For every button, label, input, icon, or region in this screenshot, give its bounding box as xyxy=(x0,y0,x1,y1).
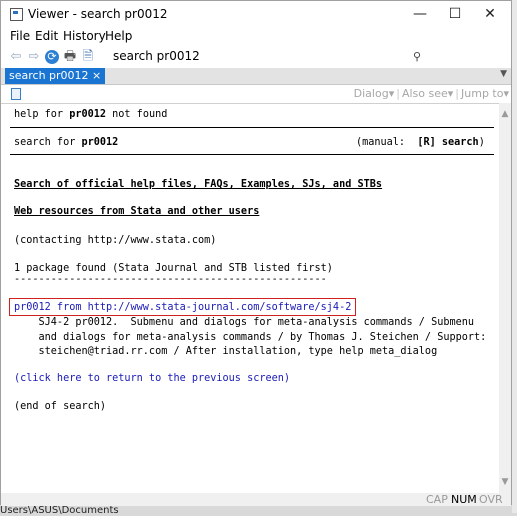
minimize-button[interactable]: — xyxy=(403,4,437,24)
scroll-up-icon[interactable]: ▲ xyxy=(499,109,511,119)
divider xyxy=(10,154,494,155)
menu-file[interactable]: File xyxy=(10,29,30,43)
menu-help[interactable]: Help xyxy=(105,29,132,43)
title-bar: Viewer - search pr0012 — ☐ ✕ xyxy=(1,1,511,28)
new-viewer-icon[interactable] xyxy=(11,88,21,100)
menu-edit[interactable]: Edit xyxy=(35,29,58,43)
help-content: help for pr0012 not found search for pr0… xyxy=(1,103,499,493)
maximize-button[interactable]: ☐ xyxy=(438,4,472,24)
dialog-menu[interactable]: Dialog xyxy=(354,87,389,100)
menu-history[interactable]: History xyxy=(63,29,106,43)
scroll-down-icon[interactable]: ▼ xyxy=(499,477,511,487)
tab-bar: search pr0012 × ▼ xyxy=(1,68,511,85)
also-see-menu[interactable]: Also see xyxy=(402,87,448,100)
command-search-input[interactable]: search pr0012 xyxy=(113,49,413,64)
viewer-subbar: Dialog▾ | Also see▾ | Jump to▾ xyxy=(1,85,511,103)
search-for-line: search for pr0012 xyxy=(14,137,119,148)
tab-search-pr0012[interactable]: search pr0012 × xyxy=(5,68,106,84)
background-path-text: Users\ASUS\Documents xyxy=(0,505,119,516)
search-document-icon[interactable]: 🗎 xyxy=(81,50,95,64)
manual-reference: (manual: [R] search) xyxy=(356,137,485,148)
tab-dropdown-icon[interactable]: ▼ xyxy=(500,69,507,79)
jump-to-menu[interactable]: Jump to xyxy=(461,87,503,100)
back-arrow-icon[interactable]: ⇦ xyxy=(9,50,23,64)
package-link[interactable]: pr0012 from http://www.stata-journal.com… xyxy=(14,302,351,313)
print-icon[interactable]: 🖶 xyxy=(63,50,77,64)
return-link[interactable]: (click here to return to the previous sc… xyxy=(14,373,290,384)
forward-arrow-icon[interactable]: ⇨ xyxy=(27,50,41,64)
package-description-line: SJ4-2 pr0012. Submenu and dialogs for me… xyxy=(14,317,475,328)
close-button[interactable]: ✕ xyxy=(473,4,507,24)
toolbar: ⇦ ⇨ ⟳ 🖶 🗎 search pr0012 ⚲ xyxy=(1,46,511,68)
dashes-line: ----------------------------------------… xyxy=(14,274,327,285)
vertical-scrollbar[interactable]: ▲ ▼ xyxy=(499,103,511,493)
official-search-heading[interactable]: Search of official help files, FAQs, Exa… xyxy=(14,179,382,190)
viewer-window: Viewer - search pr0012 — ☐ ✕ File Edit H… xyxy=(0,0,512,506)
web-resources-heading[interactable]: Web resources from Stata and other users xyxy=(14,206,259,217)
num-lock-indicator: NUM xyxy=(451,493,477,506)
overwrite-indicator: OVR xyxy=(479,493,503,506)
caps-lock-indicator: CAP xyxy=(426,493,448,506)
package-description-line: steichen@triad.rr.com / After installati… xyxy=(14,346,438,357)
window-title: Viewer - search pr0012 xyxy=(28,7,168,21)
packages-found-line: 1 package found (Stata Journal and STB l… xyxy=(14,263,333,274)
jump-to-chevron-icon: ▾ xyxy=(503,87,509,100)
background-window-edge xyxy=(512,0,517,513)
find-input[interactable]: ⚲ xyxy=(413,49,507,64)
viewer-app-icon xyxy=(10,8,23,21)
end-of-search-line: (end of search) xyxy=(14,401,107,412)
viewer-links: Dialog▾ | Also see▾ | Jump to▾ xyxy=(353,87,509,100)
menu-bar: File Edit History Help xyxy=(1,28,511,46)
find-icon: ⚲ xyxy=(413,50,422,63)
divider xyxy=(10,127,494,128)
package-description-line: and dialogs for meta-analysis commands /… xyxy=(14,332,487,343)
refresh-icon[interactable]: ⟳ xyxy=(45,50,59,64)
contacting-line: (contacting http://www.stata.com) xyxy=(14,235,217,246)
not-found-line: help for pr0012 not found xyxy=(14,109,168,120)
